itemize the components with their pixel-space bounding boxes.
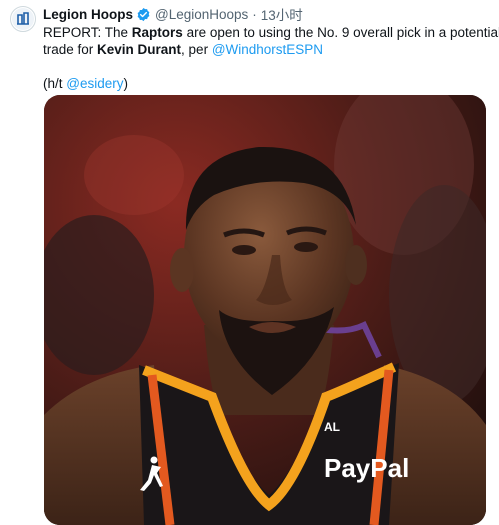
right-ear	[345, 245, 367, 285]
tweet-card[interactable]: Legion Hoops @LegionHoops · 13小时 REPORT:…	[0, 0, 499, 525]
tweet-header: Legion Hoops @LegionHoops · 13小时	[43, 4, 303, 24]
right-eye	[294, 242, 318, 252]
raptors-bold-text: Raptors	[131, 25, 183, 40]
player-photo: PayPal AL	[44, 95, 486, 525]
text-segment: are open to using the No. 9 overall pick…	[182, 25, 499, 40]
hat-tip-line: (h/t @esidery)	[43, 75, 483, 92]
text-segment: (h/t	[43, 76, 67, 91]
tweet-text-line-1: REPORT: The Raptors are open to using th…	[43, 24, 499, 41]
text-segment: trade for	[43, 42, 98, 57]
jersey-small-text: AL	[324, 420, 340, 434]
tweet-text-line-2: trade for Kevin Durant, per @WindhorstES…	[43, 41, 483, 58]
header-separator: ·	[252, 6, 257, 22]
left-eye	[232, 245, 256, 255]
jersey-sponsor-text: PayPal	[324, 453, 409, 483]
legion-hoops-logo-icon	[12, 8, 34, 30]
author-avatar[interactable]	[10, 6, 36, 32]
left-ear	[170, 248, 194, 292]
text-segment: REPORT: The	[43, 25, 132, 40]
text-segment: , per	[181, 42, 212, 57]
windhorst-mention-link[interactable]: @WindhorstESPN	[212, 42, 323, 57]
kevin-durant-bold-text: Kevin Durant	[97, 42, 182, 57]
esidery-mention-link[interactable]: @esidery	[66, 76, 123, 91]
tweet-media-photo[interactable]: PayPal AL	[44, 95, 486, 525]
tweet-timestamp[interactable]: 13小时	[261, 4, 303, 24]
verified-badge-icon	[136, 7, 151, 22]
text-segment: )	[123, 76, 129, 91]
tweet-text: REPORT: The Raptors are open to using th…	[43, 24, 499, 92]
author-name[interactable]: Legion Hoops	[43, 7, 133, 22]
author-handle[interactable]: @LegionHoops	[155, 7, 248, 22]
